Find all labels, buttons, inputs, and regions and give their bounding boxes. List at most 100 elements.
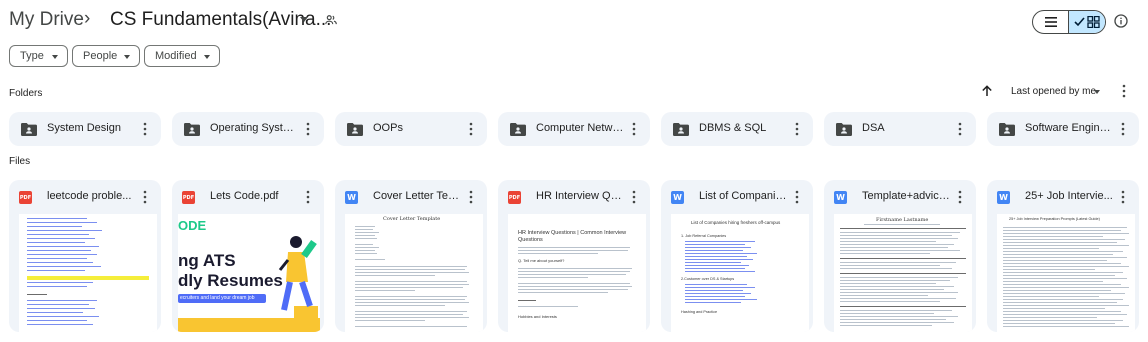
folder-card[interactable]: Operating System: [172, 112, 324, 146]
type-filter-label: Type: [20, 50, 44, 62]
file-name: List of Companie...: [699, 190, 787, 202]
grid-icon: [1074, 16, 1100, 28]
pdf-file-icon: PDF: [508, 191, 521, 204]
grid-view-button[interactable]: [1069, 11, 1105, 33]
folder-card[interactable]: System Design: [9, 112, 161, 146]
file-thumbnail: HR Interview Questions | Common Intervie…: [508, 214, 646, 332]
chevron-down-icon: [204, 55, 210, 59]
thumb-title: HR Interview Questions | Common Intervie…: [518, 230, 627, 243]
shared-folder-icon: [999, 123, 1015, 136]
file-name: Template+advice...: [862, 190, 950, 202]
more-vert-icon[interactable]: [141, 190, 149, 204]
file-card[interactable]: PDF leetcode proble...: [9, 180, 161, 332]
shared-folder-icon: [184, 123, 200, 136]
folder-name: Software Engine...: [1025, 122, 1113, 134]
more-vert-icon[interactable]: [467, 122, 475, 136]
more-vert-icon[interactable]: [304, 190, 312, 204]
chevron-down-icon[interactable]: [300, 17, 308, 22]
file-name: Cover Letter Tem...: [373, 190, 461, 202]
file-name: leetcode proble...: [47, 190, 132, 202]
folder-card[interactable]: Software Engine...: [987, 112, 1139, 146]
folder-name: OOPs: [373, 122, 403, 134]
folder-card[interactable]: OOPs: [335, 112, 487, 146]
file-thumbnail: 25+ Job Interview Preparation Prompts (L…: [997, 214, 1135, 332]
view-toggle: [1032, 10, 1106, 34]
folder-card[interactable]: DBMS & SQL: [661, 112, 813, 146]
more-vert-icon[interactable]: [630, 122, 638, 136]
file-card[interactable]: PDF HR Interview Qu... HR Interview Ques…: [498, 180, 650, 332]
thumb-text: ng ATS: [178, 251, 236, 270]
shared-people-icon: [325, 15, 337, 25]
file-card[interactable]: W 25+ Job Intervie... 25+ Job Interview …: [987, 180, 1139, 332]
person-illustration: [278, 236, 318, 330]
modified-filter-label: Modified: [155, 50, 197, 62]
shared-folder-icon: [836, 123, 852, 136]
more-vert-icon[interactable]: [956, 190, 964, 204]
folder-name: DBMS & SQL: [699, 122, 767, 134]
file-thumbnail: Firstname Lastname: [834, 214, 972, 332]
file-thumbnail: ODE ng ATS dly Resumes ecruiters and lan…: [178, 214, 320, 332]
file-card[interactable]: PDF Lets Code.pdf ODE ng ATS dly Resumes…: [172, 180, 324, 332]
more-vert-icon[interactable]: [304, 122, 312, 136]
folder-name: DSA: [862, 122, 885, 134]
people-filter-chip[interactable]: People: [72, 45, 140, 67]
thumb-footer: Hobbies and Interests: [518, 314, 557, 319]
word-file-icon: W: [671, 191, 684, 204]
thumb-footer: Hashing and Practice: [681, 310, 718, 314]
file-name: Lets Code.pdf: [210, 190, 279, 202]
file-card[interactable]: W Template+advice... Firstname Lastname: [824, 180, 976, 332]
folder-name: Computer Netwo...: [536, 122, 624, 134]
list-view-button[interactable]: [1033, 11, 1070, 33]
arrow-up-icon[interactable]: [981, 85, 993, 97]
people-filter-label: People: [83, 50, 118, 62]
more-vert-icon[interactable]: [956, 122, 964, 136]
thumb-title: 25+ Job Interview Preparation Prompts (L…: [1009, 217, 1100, 221]
breadcrumb-current-folder[interactable]: CS Fundamentals(Avina...: [110, 9, 331, 31]
more-vert-icon[interactable]: [793, 122, 801, 136]
word-file-icon: W: [834, 191, 847, 204]
file-card[interactable]: W List of Companie... List of Companies …: [661, 180, 813, 332]
more-vert-icon[interactable]: [141, 122, 149, 136]
file-thumbnail: Cover Letter Template: [345, 214, 483, 332]
breadcrumb-separator: ›: [84, 8, 91, 29]
more-vert-icon[interactable]: [467, 190, 475, 204]
folder-name: System Design: [47, 122, 121, 134]
thumb-subtitle: 2.Customer over DS & Startups: [681, 277, 735, 281]
word-file-icon: W: [345, 191, 358, 204]
modified-filter-chip[interactable]: Modified: [144, 45, 220, 67]
header: My Drive › CS Fundamentals(Avina...: [0, 0, 1148, 42]
breadcrumb-my-drive[interactable]: My Drive: [9, 9, 84, 31]
thumb-text: dly Resumes: [178, 271, 283, 290]
folder-card[interactable]: Computer Netwo...: [498, 112, 650, 146]
file-name: 25+ Job Intervie...: [1025, 190, 1113, 202]
chevron-down-icon: [124, 55, 130, 59]
more-vert-icon[interactable]: [1119, 190, 1127, 204]
more-vert-icon[interactable]: [1119, 84, 1129, 98]
thumb-subtitle: Q. Tell me about yourself?: [518, 258, 565, 263]
shared-folder-icon: [21, 123, 37, 136]
chevron-down-icon: [52, 55, 58, 59]
more-vert-icon[interactable]: [1119, 122, 1127, 136]
folder-card[interactable]: DSA: [824, 112, 976, 146]
thumb-subtitle: 1. Job Referral Companies: [681, 234, 727, 238]
file-card[interactable]: W Cover Letter Tem... Cover Letter Templ…: [335, 180, 487, 332]
sort-dropdown[interactable]: Last opened by me: [1011, 86, 1096, 97]
type-filter-chip[interactable]: Type: [9, 45, 68, 67]
thumb-text: ODE: [178, 218, 207, 233]
file-thumbnail: [19, 214, 157, 332]
thumb-cta: ecruiters and land your dream job: [178, 294, 266, 303]
chevron-down-icon[interactable]: [1094, 90, 1100, 94]
files-heading: Files: [9, 156, 31, 167]
word-file-icon: W: [997, 191, 1010, 204]
shared-folder-icon: [673, 123, 689, 136]
pdf-file-icon: PDF: [19, 191, 32, 204]
folders-heading: Folders: [9, 88, 43, 99]
shared-folder-icon: [347, 123, 363, 136]
thumb-title: List of Companies hiring freshers off-ca…: [691, 220, 781, 225]
more-vert-icon[interactable]: [793, 190, 801, 204]
list-icon: [1044, 17, 1057, 27]
pdf-file-icon: PDF: [182, 191, 195, 204]
shared-folder-icon: [510, 123, 526, 136]
more-vert-icon[interactable]: [630, 190, 638, 204]
info-icon[interactable]: [1113, 13, 1129, 29]
